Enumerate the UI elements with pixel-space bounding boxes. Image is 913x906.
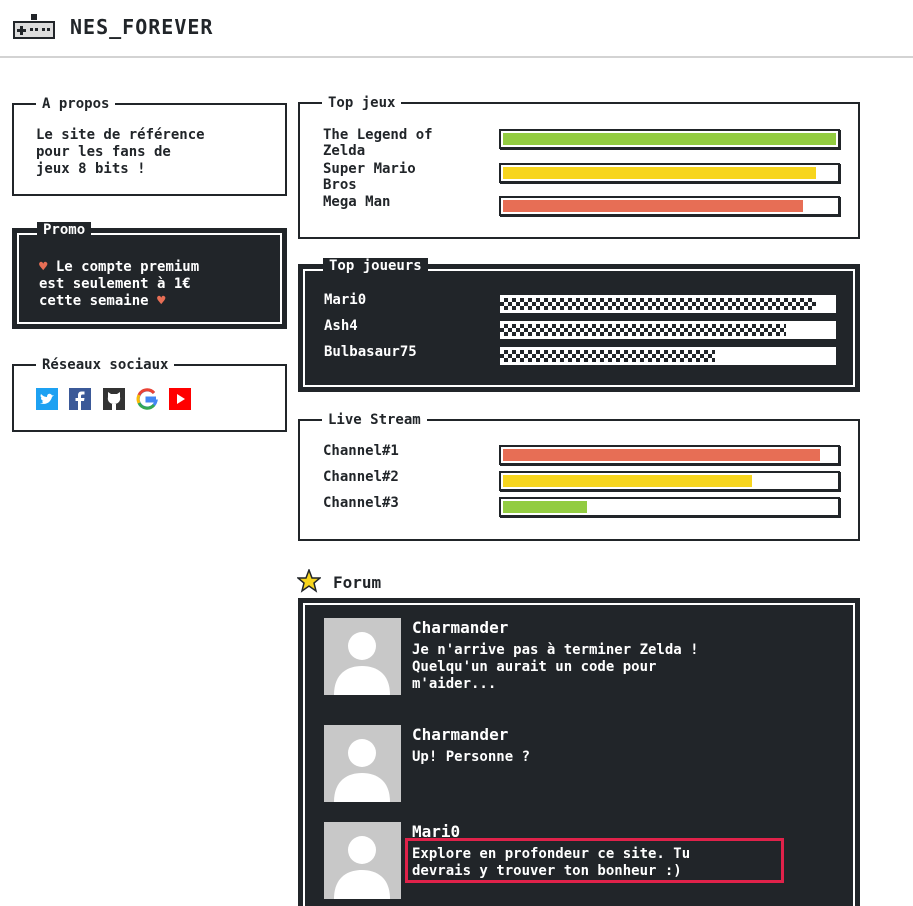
gamepad-icon bbox=[13, 14, 55, 39]
about-title: A propos bbox=[36, 96, 116, 112]
stream-label-2[interactable]: Channel#2 bbox=[323, 469, 399, 485]
stream-bar-3 bbox=[499, 497, 840, 517]
heart-icon: ♥ bbox=[157, 293, 166, 309]
promo-text: ♥ Le compte premium est seulement à 1€ c… bbox=[39, 259, 200, 309]
avatar bbox=[324, 618, 401, 695]
post-message: Up! Personne ? bbox=[412, 749, 531, 765]
twitter-icon[interactable] bbox=[36, 388, 58, 410]
post-author[interactable]: Charmander bbox=[412, 618, 508, 637]
top-players-label-1: Mari0 bbox=[324, 292, 367, 308]
stream-bar-1 bbox=[499, 445, 840, 465]
live-stream-title: Live Stream bbox=[322, 412, 427, 428]
avatar bbox=[324, 822, 401, 899]
about-box: A propos Le site de référence pour les f… bbox=[12, 96, 287, 196]
top-games-bar-2 bbox=[499, 163, 840, 183]
star-icon bbox=[297, 569, 321, 593]
stream-label-1[interactable]: Channel#1 bbox=[323, 443, 399, 459]
top-games-label-3: Mega Man bbox=[323, 194, 391, 210]
top-players-bar-1 bbox=[500, 295, 836, 313]
post-message: Je n'arrive pas à terminer Zelda ! Quelq… bbox=[412, 642, 699, 692]
top-players-bar-2 bbox=[500, 321, 836, 339]
youtube-icon[interactable] bbox=[169, 388, 191, 410]
stream-label-3[interactable]: Channel#3 bbox=[323, 495, 399, 511]
top-games-bar-1 bbox=[499, 129, 840, 149]
highlight-box bbox=[405, 838, 784, 883]
promo-title: Promo bbox=[37, 222, 92, 238]
site-title[interactable]: NES_FOREVER bbox=[70, 15, 213, 39]
top-players-bar-3 bbox=[500, 347, 836, 365]
facebook-icon[interactable] bbox=[69, 388, 91, 410]
promo-box: Promo ♥ Le compte premium est seulement … bbox=[12, 222, 287, 329]
google-icon[interactable] bbox=[136, 388, 158, 410]
top-games-label-2: Super Mario Bros bbox=[323, 161, 416, 193]
heart-icon: ♥ bbox=[39, 259, 48, 275]
top-games-bar-3 bbox=[499, 196, 840, 216]
top-players-label-2: Ash4 bbox=[324, 318, 358, 334]
post-author[interactable]: Charmander bbox=[412, 725, 508, 744]
about-text: Le site de référence pour les fans de je… bbox=[36, 127, 205, 177]
forum-title: Forum bbox=[333, 573, 382, 592]
top-games-label-1: The Legend of Zelda bbox=[323, 127, 433, 159]
top-players-label-3: Bulbasaur75 bbox=[324, 344, 417, 360]
github-icon[interactable] bbox=[103, 388, 125, 410]
social-title: Réseaux sociaux bbox=[36, 357, 175, 373]
site-header: NES_FOREVER bbox=[0, 0, 913, 58]
stream-bar-2 bbox=[499, 471, 840, 491]
top-games-title: Top jeux bbox=[322, 95, 402, 111]
top-players-title: Top joueurs bbox=[323, 258, 428, 274]
avatar bbox=[324, 725, 401, 802]
